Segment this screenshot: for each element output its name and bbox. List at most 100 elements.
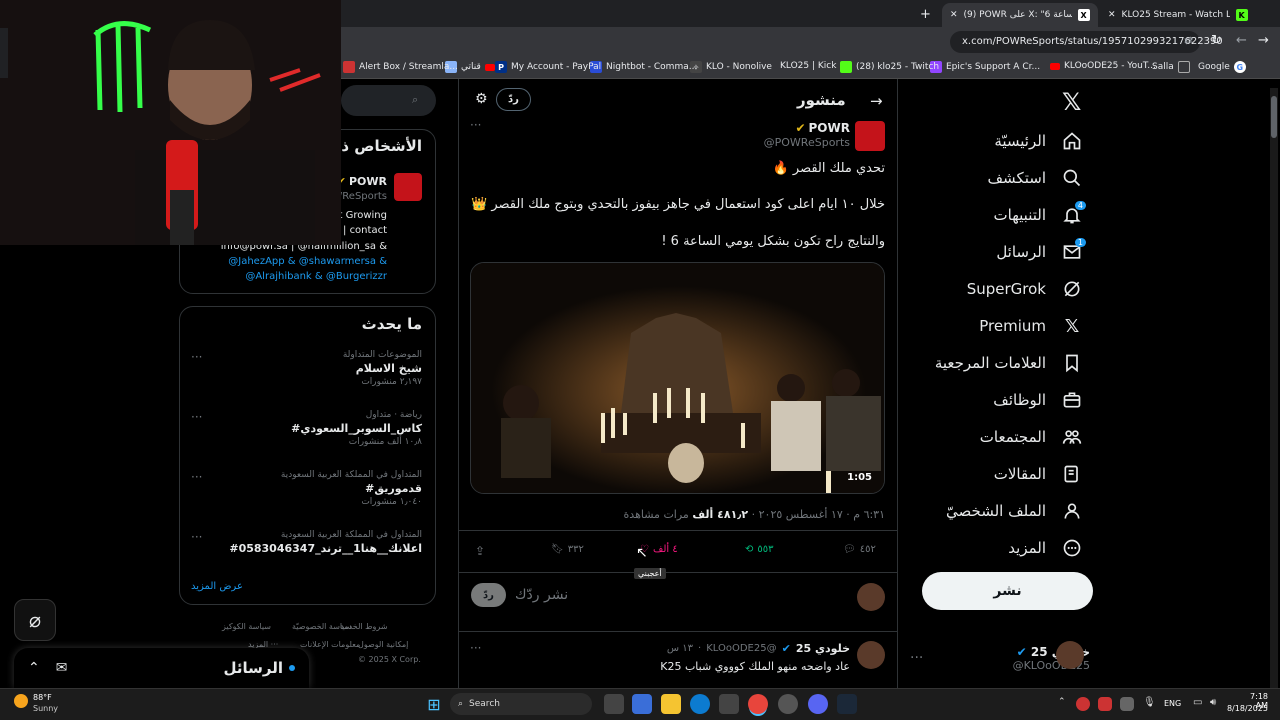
post-video[interactable]: 1:05: [470, 262, 885, 494]
bookmark-kick[interactable]: KLO25 | Kick: [780, 61, 836, 71]
app-icon[interactable]: [778, 694, 798, 714]
trend-more-icon[interactable]: ···: [191, 470, 202, 484]
bookmark-nonolive[interactable]: ✧ KLO - Nonolive: [690, 61, 772, 73]
back-arrow-icon[interactable]: →: [870, 92, 883, 110]
footer-link[interactable]: إمكانية الوصول: [358, 640, 408, 649]
tray-icon[interactable]: [1076, 697, 1090, 711]
powr-avatar[interactable]: [394, 173, 422, 201]
avatar[interactable]: [1056, 641, 1084, 669]
windows-start-icon[interactable]: ⊞: [424, 694, 444, 714]
trend-more-icon[interactable]: ···: [191, 350, 202, 364]
new-message-icon[interactable]: ✉: [56, 660, 68, 676]
trend-item[interactable]: الموضوعات المتداولة شيخ الاسلام ٢٫١٩٧ منشو…: [182, 350, 422, 387]
people-name[interactable]: ✔ POWR: [337, 175, 387, 188]
post-button[interactable]: نشر: [922, 572, 1093, 610]
messages-badge: 1: [1074, 238, 1086, 247]
bookmark-action[interactable]: 🔖︎ ٣٣٢: [551, 544, 584, 555]
nav-communities[interactable]: المجتمعات: [980, 422, 1082, 452]
task-view-icon[interactable]: [604, 694, 624, 714]
trend-more-icon[interactable]: ···: [191, 530, 202, 544]
chrome-icon[interactable]: [748, 694, 768, 714]
search-icon: [1062, 168, 1082, 188]
scrollbar[interactable]: [1270, 88, 1278, 688]
avatar[interactable]: [857, 641, 885, 669]
trend-more-icon[interactable]: ···: [191, 410, 202, 424]
new-tab-button[interactable]: +: [920, 7, 931, 22]
weather-temp[interactable]: 88°F: [33, 693, 52, 702]
nav-premium[interactable]: Premium 𝕏: [979, 311, 1082, 341]
discord-icon[interactable]: [808, 694, 828, 714]
bookmark-epic[interactable]: Epic's Support A Cr...: [930, 61, 1040, 73]
back-icon[interactable]: →: [1258, 33, 1269, 48]
trend-item[interactable]: المتداول في المملكة العربية السعودية #قدم…: [182, 470, 422, 507]
close-icon[interactable]: ✕: [1108, 10, 1116, 20]
bookmark-google[interactable]: Google G: [1198, 61, 1246, 73]
scrollbar-thumb[interactable]: [1271, 96, 1277, 138]
nav-explore[interactable]: استكشف: [988, 163, 1082, 193]
tab-powr-post[interactable]: ✕ (9) POWR على X: "6 يومي الساعة X: [942, 3, 1098, 27]
nav-bookmarks[interactable]: العلامات المرجعية: [935, 348, 1082, 378]
footer-link[interactable]: معلومات الإعلانات: [300, 640, 360, 649]
filter-icon[interactable]: ⚙: [475, 91, 488, 107]
reply-input[interactable]: نشر ردّك: [515, 587, 568, 603]
bookmark-paypal[interactable]: P My Account - PayPal: [495, 61, 601, 73]
share-icon[interactable]: ⇪: [475, 544, 485, 558]
bookmark-youtube[interactable]: KLOoODE25 - YouT...: [1050, 61, 1156, 71]
copilot-icon[interactable]: [632, 694, 652, 714]
bookmark-salla[interactable]: Salla: [1152, 61, 1190, 73]
nav-profile[interactable]: الملف الشخصيّ: [946, 496, 1082, 526]
taskbar-search[interactable]: ⌕ Search: [450, 693, 592, 715]
reply-action[interactable]: 💬︎ ٤٥٢: [843, 544, 876, 555]
footer-link[interactable]: سياسة الكوكيز: [222, 622, 271, 631]
mic-icon[interactable]: 🎙︎: [1143, 697, 1156, 708]
edge-icon[interactable]: [690, 694, 710, 714]
search-input[interactable]: [341, 85, 436, 116]
nav-notifications[interactable]: التنبيهات 4: [994, 200, 1086, 230]
tray-icon[interactable]: [1120, 697, 1134, 711]
language-indicator[interactable]: ENG: [1164, 699, 1181, 708]
store-icon[interactable]: [719, 694, 739, 714]
tab-klo25-stream[interactable]: ✕ KLO25 Stream - Watch Live on K: [1100, 3, 1256, 27]
tune-icon[interactable]: ⇄: [1184, 34, 1193, 47]
grok-button[interactable]: ⌀: [14, 599, 56, 641]
reply-submit-button[interactable]: ردّ: [471, 583, 506, 607]
tray-icon[interactable]: [1098, 697, 1112, 711]
weather-desc[interactable]: Sunny: [33, 704, 58, 713]
expand-icon[interactable]: ⌃: [28, 660, 40, 676]
clock-date[interactable]: 8/18/2025: [1226, 704, 1268, 713]
post-more-icon[interactable]: ···: [470, 118, 481, 132]
nav-home[interactable]: الرئيسيّة: [994, 126, 1082, 156]
file-explorer-icon[interactable]: [661, 694, 681, 714]
nav-messages[interactable]: الرسائل 1: [996, 237, 1086, 267]
post-handle[interactable]: @POWReSports: [764, 136, 850, 149]
people-bio[interactable]: @Alrajhibank & @Burgerizzr: [245, 271, 387, 282]
reload-icon[interactable]: ↻: [1211, 33, 1222, 48]
account-more-icon[interactable]: ···: [910, 650, 923, 666]
x-logo-icon[interactable]: 𝕏: [1062, 88, 1081, 116]
show-more-link[interactable]: عرض المزيد: [191, 581, 243, 592]
post-author[interactable]: ✔ POWR: [795, 121, 850, 135]
trend-item[interactable]: رياضة · متداول #كاس_السوبر_السعودي ١٠٫٨ أل…: [182, 410, 422, 447]
reply-more-icon[interactable]: ···: [470, 641, 481, 655]
forward-icon[interactable]: ←: [1236, 33, 1247, 48]
footer-link[interactable]: سياسة الخصوصيّة: [292, 622, 351, 631]
steam-icon[interactable]: [837, 694, 857, 714]
messages-drawer[interactable]: ⌃ ✉ الرسائل: [14, 648, 309, 688]
repost-action[interactable]: ⟲ ٥٥٣: [745, 544, 774, 555]
powr-avatar[interactable]: [855, 121, 885, 151]
volume-icon[interactable]: 🔊︎: [1210, 697, 1216, 708]
bookmark-nightbot[interactable]: Nightbot - Comma...: [590, 61, 697, 73]
bookmark-twitch[interactable]: (28) klo25 - Twitch: [840, 61, 939, 73]
header-reply-button[interactable]: ردّ: [496, 88, 531, 111]
close-icon[interactable]: ✕: [950, 10, 958, 20]
tray-chevron-icon[interactable]: ⌃: [1058, 697, 1066, 707]
network-icon[interactable]: ▭: [1193, 697, 1202, 708]
nav-supergrok[interactable]: SuperGrok: [967, 274, 1082, 304]
trend-item[interactable]: المتداول في المملكة العربية السعودية #اعل…: [182, 530, 422, 557]
nav-more[interactable]: المزيد: [1008, 533, 1082, 563]
nav-jobs[interactable]: الوظائف: [993, 385, 1082, 415]
bookmark-alertbox[interactable]: Alert Box / Streamla...: [343, 61, 458, 73]
avatar: [857, 583, 885, 611]
nav-articles[interactable]: المقالات: [994, 459, 1082, 489]
people-bio[interactable]: @JahezApp & @shawarmersa &: [228, 256, 387, 267]
